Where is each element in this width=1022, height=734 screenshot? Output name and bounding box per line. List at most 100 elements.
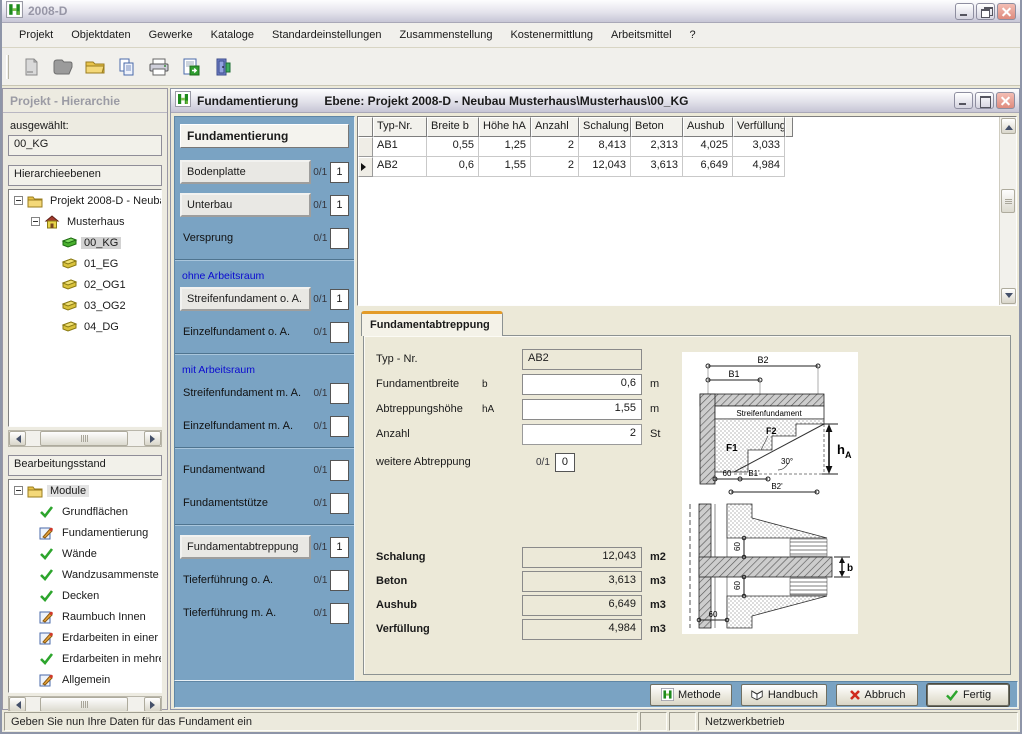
tieferfuehrung-ma-label: Tieferführung m. A. bbox=[180, 607, 311, 619]
menu-kostenermittlung[interactable]: Kostenermittlung bbox=[501, 26, 602, 44]
row-selector[interactable] bbox=[358, 137, 373, 157]
menu-zusammenstellung[interactable]: Zusammenstellung bbox=[391, 26, 502, 44]
child-close-button[interactable] bbox=[996, 92, 1015, 109]
tab-fundamentabtreppung[interactable]: Fundamentabtreppung bbox=[361, 311, 503, 336]
weitere-abtreppung-input[interactable]: 0 bbox=[555, 453, 575, 472]
tree-item-floor-4[interactable]: 04_DG bbox=[9, 316, 161, 337]
unterbau-count-input[interactable]: 1 bbox=[330, 195, 349, 216]
collapse-icon[interactable] bbox=[14, 486, 23, 495]
module-item[interactable]: Innentüren bbox=[9, 690, 161, 693]
streifenfundament-ma-count-input[interactable] bbox=[330, 383, 349, 404]
child-minimize-button[interactable] bbox=[954, 92, 973, 109]
fertig-button[interactable]: Fertig bbox=[927, 684, 1009, 706]
open-icon[interactable] bbox=[49, 53, 77, 81]
scroll-up-icon[interactable] bbox=[1001, 118, 1016, 134]
module-item[interactable]: Wandzusammenste bbox=[9, 564, 161, 585]
module-item[interactable]: Fundamentierung bbox=[9, 522, 161, 543]
streifenfundament-oa-count-input[interactable]: 1 bbox=[330, 289, 349, 310]
brick-icon-green bbox=[61, 235, 78, 250]
table-row[interactable]: AB1 0,55 1,25 2 8,413 2,313 4,025 3,033 bbox=[358, 137, 1016, 157]
fundamentwand-count-input[interactable] bbox=[330, 460, 349, 481]
foundation-diagram: B2 B1 Streifenfundament bbox=[682, 352, 858, 634]
tree-item-floor-0[interactable]: 00_KG bbox=[9, 232, 161, 253]
hierarchy-hscrollbar[interactable] bbox=[8, 430, 162, 447]
scroll-left-icon[interactable] bbox=[9, 697, 26, 712]
abtreppungshoehe-input[interactable]: 1,55 bbox=[522, 399, 642, 420]
svg-text:A: A bbox=[845, 450, 852, 460]
statusbar: Geben Sie nun Ihre Daten für das Fundame… bbox=[2, 711, 1020, 732]
streifenfundament-oa-button[interactable]: Streifenfundament o. A. bbox=[180, 287, 311, 311]
house-icon bbox=[44, 214, 61, 229]
collapse-icon[interactable] bbox=[14, 196, 23, 205]
scroll-left-icon[interactable] bbox=[9, 431, 26, 446]
minimize-button[interactable] bbox=[955, 3, 974, 20]
print-icon[interactable] bbox=[145, 53, 173, 81]
divider bbox=[175, 447, 354, 449]
anzahl-input[interactable]: 2 bbox=[522, 424, 642, 445]
tree-item-floor-3[interactable]: 03_OG2 bbox=[9, 295, 161, 316]
row-selector-arrow-icon[interactable] bbox=[358, 157, 373, 177]
aushub-value: 6,649 bbox=[522, 595, 642, 616]
fundamentabtreppung-panel: Typ - Nr. AB2 Fundamentbreite b 0,6 m Ab… bbox=[363, 335, 1011, 675]
fundamentabtreppung-count-input[interactable]: 1 bbox=[330, 537, 349, 558]
tree-item-module[interactable]: Module bbox=[9, 480, 161, 501]
module-item[interactable]: Wände bbox=[9, 543, 161, 564]
collapse-icon[interactable] bbox=[31, 217, 40, 226]
scroll-right-icon[interactable] bbox=[144, 697, 161, 712]
module-item[interactable]: Erdarbeiten in mehre bbox=[9, 648, 161, 669]
handbuch-button[interactable]: Handbuch bbox=[741, 684, 827, 706]
fundamentbreite-input[interactable]: 0,6 bbox=[522, 374, 642, 395]
abbruch-button[interactable]: Abbruch bbox=[836, 684, 918, 706]
fundamentbreite-label: Fundamentbreite bbox=[376, 378, 482, 390]
scroll-down-icon[interactable] bbox=[1001, 288, 1016, 304]
tieferfuehrung-oa-count-input[interactable] bbox=[330, 570, 349, 591]
menu-kataloge[interactable]: Kataloge bbox=[202, 26, 263, 44]
verfuellung-label: Verfüllung bbox=[376, 623, 482, 635]
tree-item-musterhaus[interactable]: Musterhaus bbox=[9, 211, 161, 232]
module-item[interactable]: Grundflächen bbox=[9, 501, 161, 522]
fundamentstuetze-count-input[interactable] bbox=[330, 493, 349, 514]
bodenplatte-count-input[interactable]: 1 bbox=[330, 162, 349, 183]
export-icon[interactable] bbox=[177, 53, 205, 81]
tree-item-floor-2[interactable]: 02_OG1 bbox=[9, 274, 161, 295]
close-button[interactable] bbox=[997, 3, 1016, 20]
versprung-count-input[interactable] bbox=[330, 228, 349, 249]
exit-door-icon[interactable] bbox=[209, 53, 237, 81]
scrollbar-thumb[interactable] bbox=[40, 697, 128, 712]
module-item[interactable]: Decken bbox=[9, 585, 161, 606]
scrollbar-thumb[interactable] bbox=[1001, 189, 1015, 213]
fundamentabtreppung-button[interactable]: Fundamentabtreppung bbox=[180, 535, 311, 559]
menu-standardeinstellungen[interactable]: Standardeinstellungen bbox=[263, 26, 390, 44]
einzelfundament-oa-count-input[interactable] bbox=[330, 322, 349, 343]
table-vscrollbar[interactable] bbox=[999, 117, 1016, 305]
scroll-right-icon[interactable] bbox=[144, 431, 161, 446]
copy-icon[interactable] bbox=[113, 53, 141, 81]
new-document-icon[interactable] bbox=[17, 53, 45, 81]
restore-button[interactable] bbox=[976, 3, 995, 20]
menu-arbeitsmittel[interactable]: Arbeitsmittel bbox=[602, 26, 681, 44]
menu-projekt[interactable]: Projekt bbox=[10, 26, 62, 44]
scrollbar-thumb[interactable] bbox=[40, 431, 128, 446]
methode-button[interactable]: Methode bbox=[650, 684, 732, 706]
brick-icon-yellow bbox=[61, 277, 78, 292]
module-item[interactable]: Erdarbeiten in einer bbox=[9, 627, 161, 648]
tieferfuehrung-ma-count-input[interactable] bbox=[330, 603, 349, 624]
table-row-selected[interactable]: AB2 0,6 1,55 2 12,043 3,613 6,649 4,984 bbox=[358, 157, 1016, 177]
child-maximize-button[interactable] bbox=[975, 92, 994, 109]
tree-item-project[interactable]: Projekt 2008-D - Neubau bbox=[9, 190, 161, 211]
einzelfundament-ma-count-input[interactable] bbox=[330, 416, 349, 437]
schalung-value: 12,043 bbox=[522, 547, 642, 568]
module-item[interactable]: Allgemein bbox=[9, 669, 161, 690]
bodenplatte-button[interactable]: Bodenplatte bbox=[180, 160, 311, 184]
menu-help[interactable]: ? bbox=[681, 26, 705, 44]
folder-icon[interactable] bbox=[81, 53, 109, 81]
module-item[interactable]: Raumbuch Innen bbox=[9, 606, 161, 627]
unterbau-button[interactable]: Unterbau bbox=[180, 193, 311, 217]
menu-gewerke[interactable]: Gewerke bbox=[140, 26, 202, 44]
edit-pencil-icon bbox=[39, 630, 56, 645]
menu-objektdaten[interactable]: Objektdaten bbox=[62, 26, 139, 44]
table-header-row: Typ-Nr. Breite b Höhe hA Anzahl Schalung… bbox=[358, 117, 1016, 137]
versprung-label: Versprung bbox=[180, 232, 311, 244]
app-logo-icon bbox=[6, 1, 23, 21]
tree-item-floor-1[interactable]: 01_EG bbox=[9, 253, 161, 274]
